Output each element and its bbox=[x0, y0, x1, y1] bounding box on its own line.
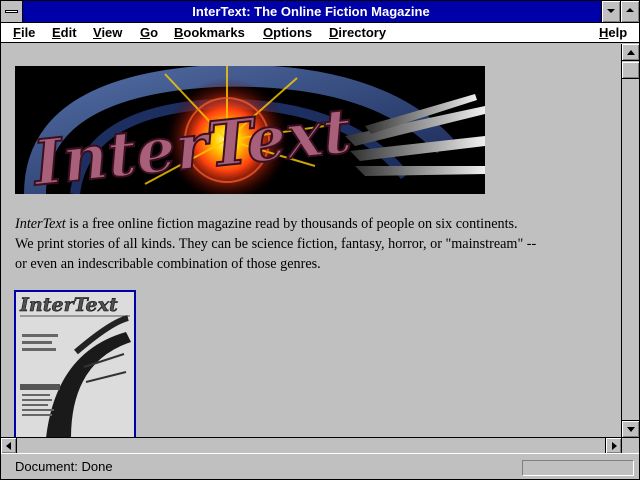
scrollbar-corner bbox=[621, 437, 639, 453]
menu-options[interactable]: Options bbox=[263, 24, 312, 42]
menu-go[interactable]: Go bbox=[140, 24, 158, 42]
intertext-banner-image: InterText bbox=[15, 66, 485, 194]
menu-help[interactable]: Help bbox=[599, 24, 627, 42]
cover-graphic: InterText bbox=[16, 292, 134, 437]
intro-line-3: or even an indescribable combination of … bbox=[15, 256, 321, 272]
vertical-scroll-thumb[interactable] bbox=[622, 62, 639, 79]
menu-directory[interactable]: Directory bbox=[329, 24, 386, 42]
vertical-scrollbar[interactable] bbox=[621, 44, 639, 437]
magazine-cover-image[interactable]: InterText bbox=[14, 290, 136, 437]
scroll-left-icon[interactable] bbox=[1, 438, 17, 453]
status-text: Document: Done bbox=[15, 459, 113, 474]
menu-file[interactable]: File bbox=[13, 24, 35, 42]
menu-bar: File Edit View Go Bookmarks Options Dire… bbox=[1, 23, 639, 43]
svg-text:InterText: InterText bbox=[19, 294, 118, 316]
minimize-icon[interactable] bbox=[601, 1, 620, 22]
intro-paragraph: InterText is a free online fiction magaz… bbox=[15, 214, 575, 274]
menu-view[interactable]: View bbox=[93, 24, 122, 42]
intro-line-2: We print stories of all kinds. They can … bbox=[15, 236, 537, 252]
status-bar: Document: Done bbox=[1, 453, 639, 479]
browser-window: InterText: The Online Fiction Magazine F… bbox=[0, 0, 640, 480]
menu-bookmarks[interactable]: Bookmarks bbox=[174, 24, 245, 42]
document-view: InterText InterText is a free online fic… bbox=[1, 44, 621, 437]
title-bar[interactable]: InterText: The Online Fiction Magazine bbox=[1, 1, 639, 23]
scroll-right-icon[interactable] bbox=[605, 438, 621, 453]
banner-graphic: InterText bbox=[15, 66, 485, 194]
scroll-up-icon[interactable] bbox=[622, 44, 639, 61]
intro-line-1: is a free online fiction magazine read b… bbox=[65, 216, 518, 232]
progress-indicator bbox=[522, 460, 634, 476]
window-title: InterText: The Online Fiction Magazine bbox=[192, 4, 430, 19]
horizontal-scrollbar[interactable] bbox=[1, 437, 621, 453]
menu-edit[interactable]: Edit bbox=[52, 24, 77, 42]
system-menu-icon[interactable] bbox=[1, 1, 23, 22]
magazine-title-italic: InterText bbox=[15, 216, 66, 232]
scroll-down-icon[interactable] bbox=[622, 420, 639, 437]
maximize-icon[interactable] bbox=[620, 1, 639, 22]
